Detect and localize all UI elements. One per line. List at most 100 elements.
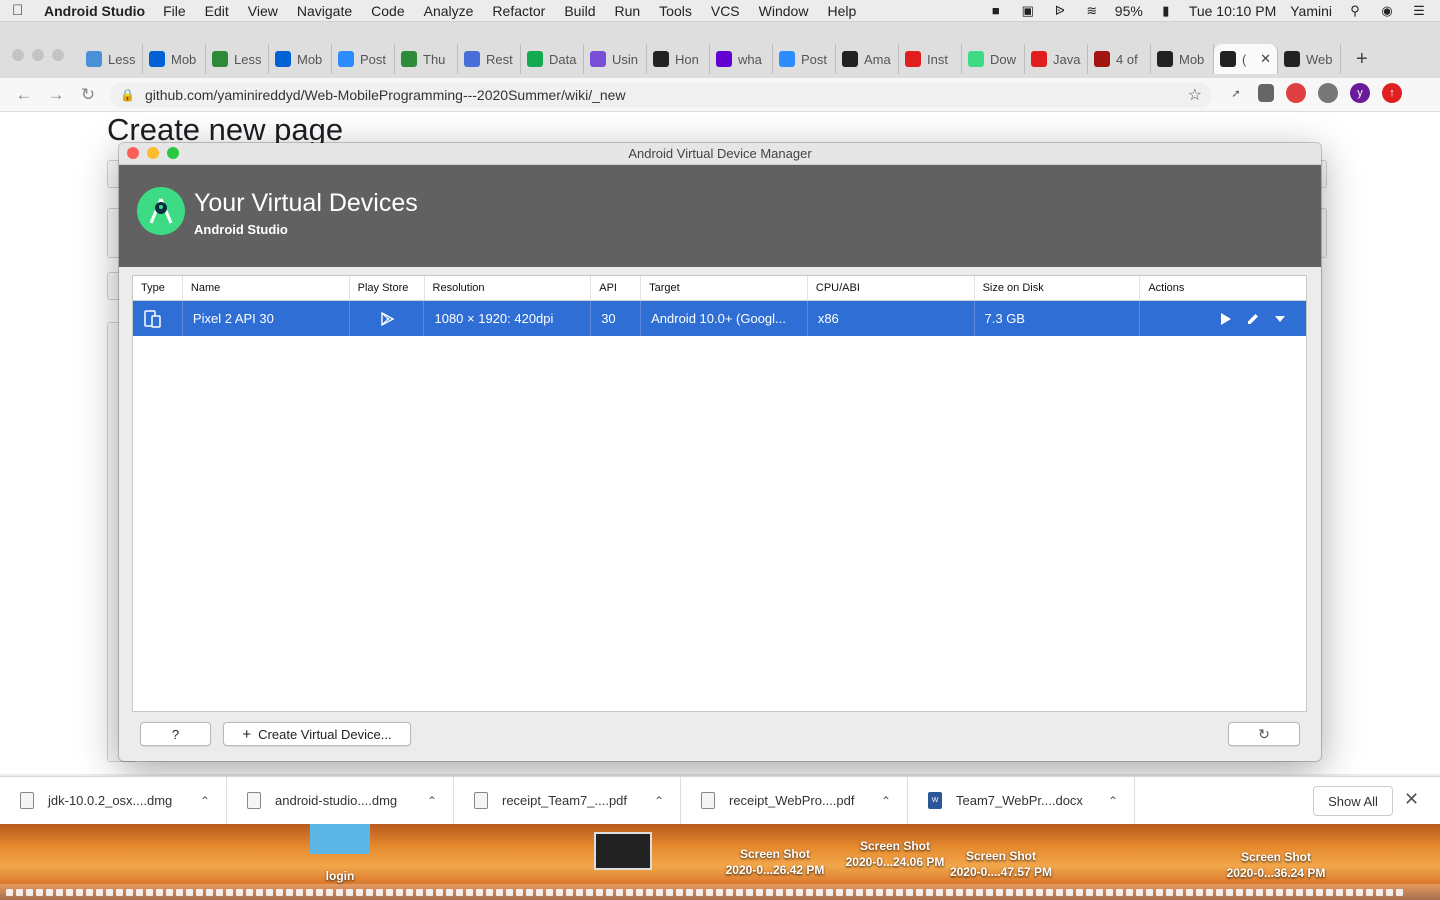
dock-app-icon[interactable]	[186, 888, 193, 896]
dock-app-icon[interactable]	[656, 888, 663, 896]
zoom-window-icon[interactable]	[52, 49, 64, 61]
menu-refactor[interactable]: Refactor	[492, 3, 545, 19]
dock-app-icon[interactable]	[1116, 888, 1123, 896]
create-virtual-device-button[interactable]: + Create Virtual Device...	[223, 722, 411, 746]
dock-app-icon[interactable]	[1396, 888, 1403, 896]
menu-view[interactable]: View	[248, 3, 278, 19]
dock-app-icon[interactable]	[276, 888, 283, 896]
browser-tab[interactable]: Usin	[584, 44, 647, 74]
browser-tab[interactable]: Less	[80, 44, 143, 74]
dock-app-icon[interactable]	[1036, 888, 1043, 896]
dock-app-icon[interactable]	[826, 888, 833, 896]
col-api[interactable]: API	[591, 276, 642, 300]
dock-app-icon[interactable]	[836, 888, 843, 896]
screenshot-thumbnail-icon[interactable]	[594, 832, 652, 870]
chevron-up-icon[interactable]: ⌃	[427, 794, 437, 808]
dock-app-icon[interactable]	[966, 888, 973, 896]
dock-app-icon[interactable]	[16, 888, 23, 896]
dock-app-icon[interactable]	[816, 888, 823, 896]
reload-icon[interactable]: ↻	[74, 81, 102, 109]
battery-icon[interactable]: ▮	[1157, 3, 1175, 18]
browser-tab[interactable]: Rest	[458, 44, 521, 74]
dock-app-icon[interactable]	[76, 888, 83, 896]
dock-app-icon[interactable]	[406, 888, 413, 896]
dock-app-icon[interactable]	[616, 888, 623, 896]
dock-app-icon[interactable]	[216, 888, 223, 896]
dock-app-icon[interactable]	[106, 888, 113, 896]
more-actions-chevron-icon[interactable]	[1274, 314, 1286, 324]
app-menu[interactable]: Android Studio	[44, 3, 145, 19]
puzzle-extension-icon[interactable]	[1318, 83, 1338, 103]
dock-app-icon[interactable]	[886, 888, 893, 896]
download-item[interactable]: android-studio....dmg ⌃	[227, 776, 454, 825]
browser-tab[interactable]: Data	[521, 44, 584, 74]
dock-app-icon[interactable]	[286, 888, 293, 896]
login-folder-icon[interactable]	[310, 824, 370, 854]
chevron-up-icon[interactable]: ⌃	[654, 794, 664, 808]
browser-tab[interactable]: wha	[710, 44, 773, 74]
dock-app-icon[interactable]	[126, 888, 133, 896]
wifi-icon[interactable]: ≋	[1083, 3, 1101, 18]
dock-app-icon[interactable]	[1046, 888, 1053, 896]
url-text[interactable]: github.com/yaminireddyd/Web-MobileProgra…	[145, 87, 626, 103]
bluetooth-icon[interactable]: ᐉ	[1051, 3, 1069, 18]
dock-app-icon[interactable]	[466, 888, 473, 896]
browser-tab[interactable]: Less	[206, 44, 269, 74]
dock-app-icon[interactable]	[1126, 888, 1133, 896]
update-icon[interactable]: ↑	[1382, 83, 1402, 103]
dock-app-icon[interactable]	[386, 888, 393, 896]
dock-app-icon[interactable]	[686, 888, 693, 896]
dock-app-icon[interactable]	[296, 888, 303, 896]
dock-app-icon[interactable]	[1146, 888, 1153, 896]
dock-app-icon[interactable]	[1016, 888, 1023, 896]
avd-titlebar[interactable]: Android Virtual Device Manager	[119, 143, 1321, 165]
dock-app-icon[interactable]	[456, 888, 463, 896]
dock-app-icon[interactable]	[1306, 888, 1313, 896]
dock-app-icon[interactable]	[586, 888, 593, 896]
dock-app-icon[interactable]	[1056, 888, 1063, 896]
table-row[interactable]: Pixel 2 API 30 1080 × 1920: 420dpi 30 An…	[133, 301, 1306, 336]
browser-tab[interactable]: Mob	[1151, 44, 1214, 74]
dock-app-icon[interactable]	[596, 888, 603, 896]
dock-app-icon[interactable]	[1136, 888, 1143, 896]
menu-run[interactable]: Run	[614, 3, 640, 19]
dock-app-icon[interactable]	[506, 888, 513, 896]
extension-icon[interactable]: ➚	[1226, 83, 1246, 103]
dock-app-icon[interactable]	[1066, 888, 1073, 896]
dock-app-icon[interactable]	[896, 888, 903, 896]
dock-app-icon[interactable]	[316, 888, 323, 896]
dock-app-icon[interactable]	[1106, 888, 1113, 896]
launch-play-icon[interactable]	[1220, 312, 1232, 326]
dock-app-icon[interactable]	[246, 888, 253, 896]
dock-app-icon[interactable]	[666, 888, 673, 896]
dock-app-icon[interactable]	[606, 888, 613, 896]
close-icon[interactable]	[127, 147, 139, 159]
dock-app-icon[interactable]	[1356, 888, 1363, 896]
edit-pencil-icon[interactable]	[1246, 312, 1260, 326]
dock-app-icon[interactable]	[336, 888, 343, 896]
dock-app-icon[interactable]	[96, 888, 103, 896]
dock-app-icon[interactable]	[226, 888, 233, 896]
download-item[interactable]: receipt_Team7_....pdf ⌃	[454, 776, 681, 825]
menu-window[interactable]: Window	[759, 3, 809, 19]
dock-app-icon[interactable]	[136, 888, 143, 896]
dock-app-icon[interactable]	[796, 888, 803, 896]
dock-app-icon[interactable]	[926, 888, 933, 896]
lock-icon[interactable]: 🔒	[120, 88, 135, 102]
dock-app-icon[interactable]	[6, 888, 13, 896]
dock-app-icon[interactable]	[436, 888, 443, 896]
browser-tab[interactable]: Java	[1025, 44, 1088, 74]
dock-app-icon[interactable]	[726, 888, 733, 896]
dock-app-icon[interactable]	[366, 888, 373, 896]
dock-app-icon[interactable]	[1156, 888, 1163, 896]
dock-app-icon[interactable]	[1206, 888, 1213, 896]
dock-app-icon[interactable]	[1026, 888, 1033, 896]
menu-build[interactable]: Build	[564, 3, 595, 19]
minimize-icon[interactable]	[147, 147, 159, 159]
profile-avatar-icon[interactable]: y	[1350, 83, 1370, 103]
dock-app-icon[interactable]	[426, 888, 433, 896]
desktop-icon-screenshot[interactable]: Screen Shot 2020-0...26.42 PM	[710, 846, 840, 878]
siri-icon[interactable]: ◉	[1378, 3, 1396, 18]
dock-app-icon[interactable]	[416, 888, 423, 896]
browser-tab[interactable]: Dow	[962, 44, 1025, 74]
